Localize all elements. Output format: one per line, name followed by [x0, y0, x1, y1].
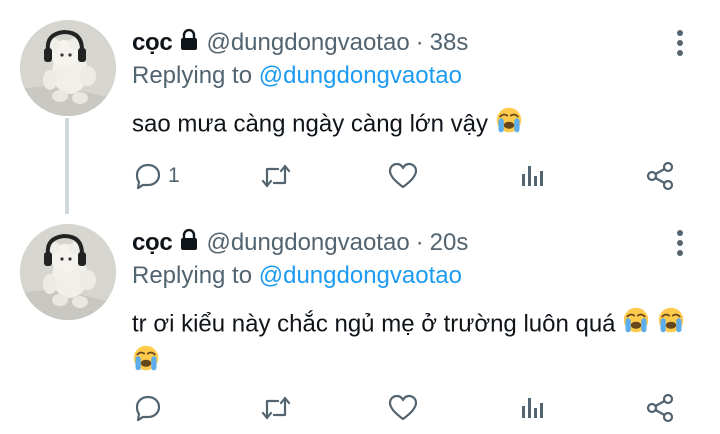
reply-count: 1	[168, 164, 180, 187]
handle[interactable]: @dungdongvaotao	[206, 229, 409, 257]
replying-to: Replying to @dungdongvaotao	[132, 62, 462, 90]
replying-to: Replying to @dungdongvaotao	[132, 262, 462, 290]
tweet-text: tr ơi kiểu này chắc ngủ mẹ ở trường luôn…	[132, 306, 692, 382]
display-name[interactable]: cọc	[132, 229, 173, 257]
like-button[interactable]	[388, 156, 418, 196]
more-vertical-icon[interactable]	[670, 28, 690, 58]
separator: ·	[415, 229, 424, 256]
timestamp[interactable]: 38s	[430, 29, 469, 57]
views-button[interactable]	[518, 388, 546, 428]
share-button[interactable]	[645, 388, 675, 428]
timestamp[interactable]: 20s	[430, 229, 469, 257]
handle[interactable]: @dungdongvaotao	[206, 29, 409, 57]
retweet-icon	[261, 164, 291, 188]
retweet-icon	[261, 396, 291, 420]
views-button[interactable]	[518, 156, 546, 196]
reply-icon	[135, 163, 161, 190]
more-vertical-icon[interactable]	[670, 228, 690, 258]
heart-icon	[388, 394, 418, 421]
loudly-crying-face-icon	[622, 306, 650, 344]
loudly-crying-face-icon	[495, 106, 523, 144]
like-button[interactable]	[388, 388, 418, 428]
mention-link[interactable]: @dungdongvaotao	[259, 62, 462, 89]
heart-icon	[388, 162, 418, 189]
analytics-icon	[522, 166, 543, 186]
reply-button[interactable]	[134, 388, 168, 428]
separator: ·	[415, 29, 424, 56]
loudly-crying-face-icon	[657, 306, 685, 344]
avatar[interactable]	[20, 20, 116, 116]
display-name[interactable]: cọc	[132, 29, 173, 57]
reply-icon	[135, 395, 161, 422]
replying-prefix: Replying to	[132, 262, 253, 289]
lock-icon	[178, 28, 200, 58]
replying-prefix: Replying to	[132, 62, 253, 89]
tweet-header: cọc @dungdongvaotao · 38s	[132, 26, 468, 60]
lock-icon	[178, 228, 200, 258]
mention-link[interactable]: @dungdongvaotao	[259, 262, 462, 289]
loudly-crying-face-icon	[132, 344, 160, 382]
tweet-text: sao mưa càng ngày càng lớn vậy	[132, 106, 692, 144]
retweet-button[interactable]	[260, 156, 292, 196]
action-bar: 1	[0, 156, 720, 196]
tweet-text-content: sao mưa càng ngày càng lớn vậy	[132, 110, 489, 138]
share-icon	[646, 393, 674, 423]
share-button[interactable]	[645, 156, 675, 196]
avatar[interactable]	[20, 224, 116, 320]
action-bar	[0, 388, 720, 428]
tweet[interactable]: cọc @dungdongvaotao · 38s Replying to @d…	[0, 0, 720, 214]
share-icon	[646, 161, 674, 191]
tweet[interactable]: cọc @dungdongvaotao · 20s Replying to @d…	[0, 214, 720, 434]
retweet-button[interactable]	[260, 388, 292, 428]
tweet-text-content: tr ơi kiểu này chắc ngủ mẹ ở trường luôn…	[132, 310, 616, 338]
tweet-header: cọc @dungdongvaotao · 20s	[132, 226, 468, 260]
reply-button[interactable]: 1	[134, 156, 180, 196]
analytics-icon	[522, 398, 543, 418]
